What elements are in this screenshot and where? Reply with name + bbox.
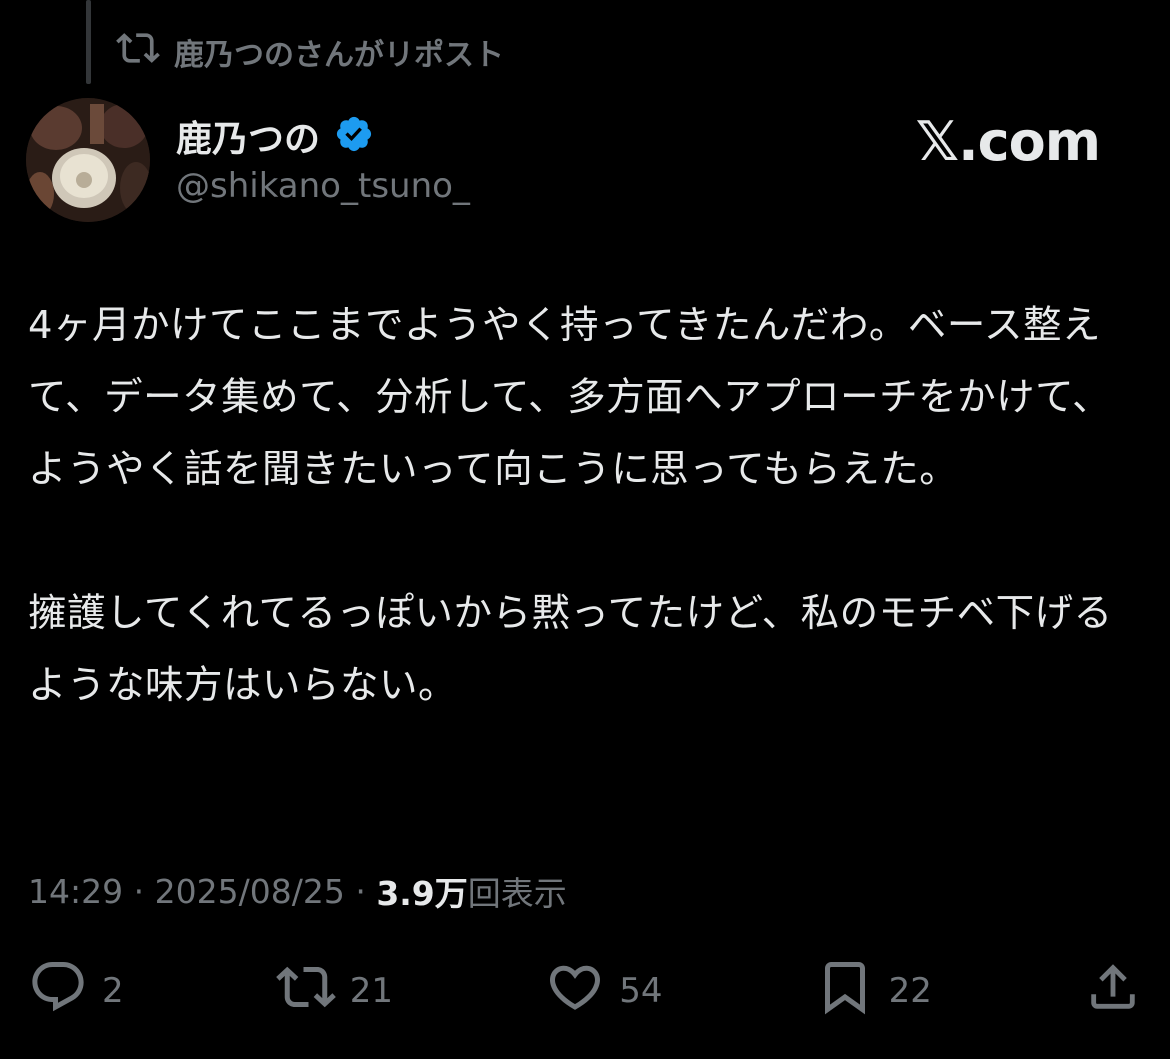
repost-icon: [116, 26, 160, 78]
meta-separator: ·: [355, 871, 366, 911]
repost-icon: [275, 957, 336, 1026]
repost-count: 21: [349, 971, 394, 1011]
reply-button[interactable]: 2: [28, 957, 124, 1026]
bookmark-icon: [815, 957, 875, 1026]
share-button[interactable]: [1084, 958, 1142, 1025]
like-button[interactable]: 54: [545, 957, 662, 1026]
repost-indicator[interactable]: 鹿乃つのさんがリポスト: [116, 30, 504, 74]
tweet-meta: 14:29 · 2025/08/25 · 3.9万 回表示: [28, 866, 567, 916]
like-count: 54: [619, 971, 663, 1011]
author-handle[interactable]: @shikano_tsuno_: [176, 166, 470, 206]
reply-count: 2: [102, 971, 124, 1011]
tweet-actions: 2 21 54 22: [28, 958, 1142, 1024]
bookmark-button[interactable]: 22: [815, 957, 932, 1026]
views-label: 回表示: [467, 874, 567, 913]
repost-label: 鹿乃つのさんがリポスト: [174, 38, 504, 73]
tweet-text: 4ヶ月かけてここまでようやく持ってきたんだわ。ベース整えて、データ集めて、分析し…: [28, 303, 1113, 708]
avatar[interactable]: [26, 98, 150, 222]
author-display-name[interactable]: 鹿乃つの: [176, 110, 320, 162]
reply-icon: [28, 957, 88, 1026]
author-name-row[interactable]: 鹿乃つの: [176, 110, 374, 162]
views-count: 3.9万: [376, 874, 468, 913]
share-icon: [1084, 958, 1142, 1025]
brand-logo: 𝕏.com: [915, 110, 1101, 173]
meta-separator: ·: [133, 871, 145, 911]
repost-button[interactable]: 21: [275, 957, 394, 1026]
bookmark-count: 22: [888, 971, 932, 1011]
tweet-time[interactable]: 14:29: [28, 872, 123, 911]
tweet-date[interactable]: 2025/08/25: [155, 872, 345, 911]
heart-icon: [545, 957, 605, 1026]
thread-connector-line: [86, 0, 91, 84]
verified-badge-icon: [334, 114, 374, 158]
